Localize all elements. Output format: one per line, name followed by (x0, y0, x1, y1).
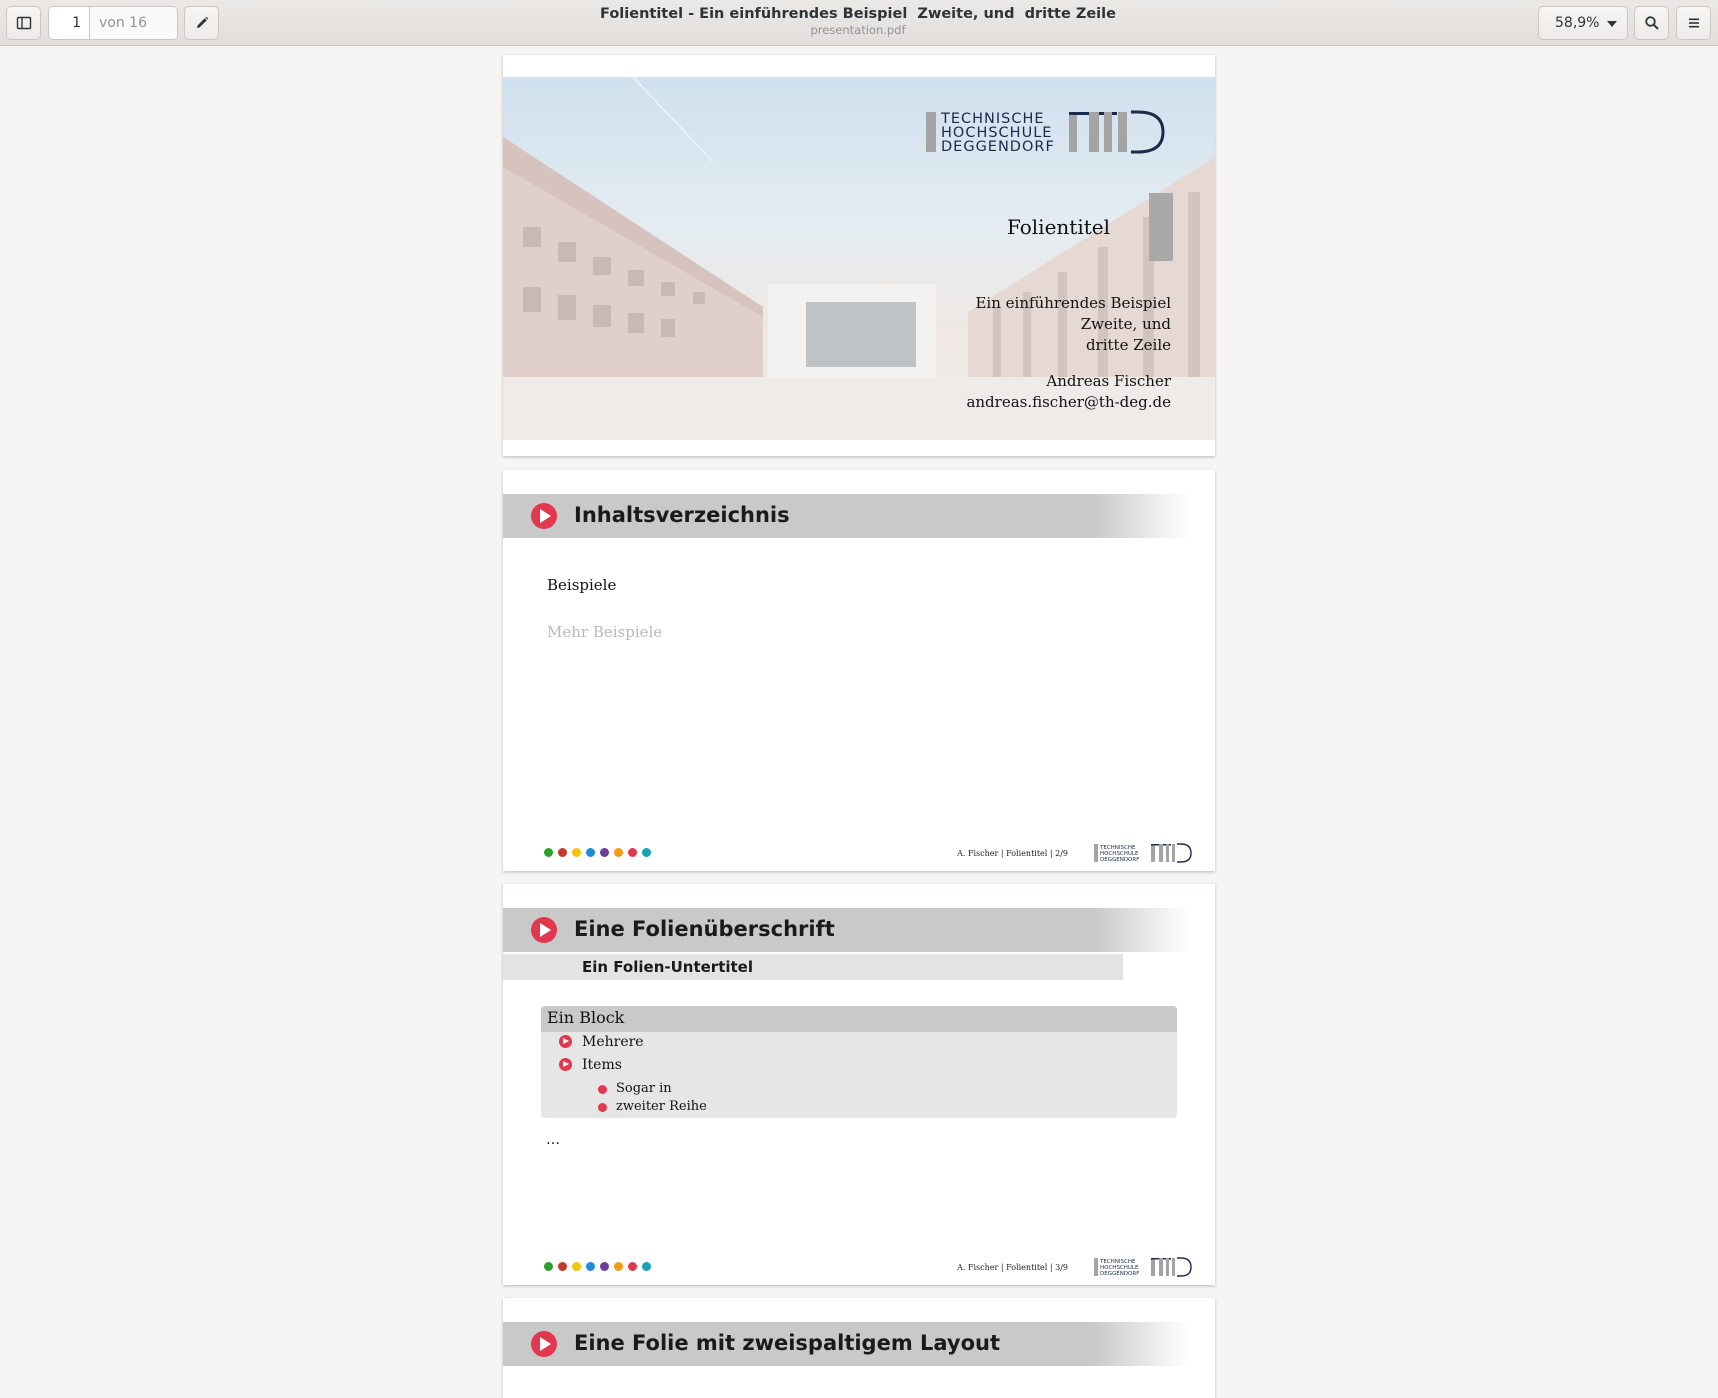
sidebar-toggle-button[interactable] (6, 6, 41, 40)
frame-title-bar: Eine Folie mit zweispaltigem Layout (503, 1322, 1189, 1366)
slide-2: Inhaltsverzeichnis Beispiele Mehr Beispi… (503, 470, 1215, 871)
bullet-dot-icon (598, 1103, 607, 1112)
zoom-dropdown[interactable]: 58,9% (1538, 6, 1628, 40)
footer-dot (544, 848, 553, 857)
content-block: Ein Block Mehrere Items Sogar in zweiter… (541, 1006, 1177, 1118)
thd-logo-small: TECHNISCHE HOCHSCHULE DEGGENDORF (1093, 1257, 1193, 1281)
slide-3-title: Eine Folienüberschrift (574, 917, 835, 941)
subtitle-line-1: Ein einführendes Beispiel (975, 294, 1171, 312)
chevron-down-icon (1607, 21, 1617, 27)
header-bar: 1 von 16 Folientitel - Ein einführendes … (0, 0, 1718, 46)
footer-dot (572, 1262, 581, 1271)
footer-dot (586, 848, 595, 857)
play-bullet-icon (559, 1058, 572, 1071)
footer-dot (614, 848, 623, 857)
list-item-label: Items (582, 1057, 622, 1073)
footer-dot (642, 848, 651, 857)
search-icon (1644, 16, 1659, 30)
footer-dot (558, 848, 567, 857)
footer-color-dots (544, 848, 651, 857)
toc-item[interactable]: Mehr Beispiele (547, 623, 662, 641)
slide-3-subtitle: Ein Folien-Untertitel (582, 958, 753, 976)
footer-dot (558, 1262, 567, 1271)
author-email: andreas.fischer@th-deg.de (966, 393, 1171, 411)
slide-2-title: Inhaltsverzeichnis (574, 503, 790, 527)
sub-list-item: Sogar in (598, 1081, 672, 1096)
title-accent-bar (1149, 193, 1173, 261)
subtitle-line-2: Zweite, und (1080, 315, 1171, 333)
slide-3: Eine Folienüberschrift Ein Folien-Untert… (503, 884, 1215, 1285)
footer-dot (586, 1262, 595, 1271)
footer-dot (600, 848, 609, 857)
menu-icon (1688, 18, 1699, 28)
document-filename: presentation.pdf (810, 23, 906, 37)
footer-dot (628, 848, 637, 857)
footer-dot (642, 1262, 651, 1271)
slide-1: TECHNISCHE HOCHSCHULE DEGGENDORF Folient… (503, 55, 1215, 456)
slide-footer-text: A. Fischer | Folientitel | 3/9 (957, 1263, 1068, 1272)
zoom-value: 58,9% (1555, 15, 1600, 31)
subtitle-line-3: dritte Zeile (1085, 336, 1171, 354)
sub-list-item-label: Sogar in (616, 1081, 672, 1096)
document-title: Folientitel - Ein einführendes Beispiel … (600, 6, 1116, 22)
list-item: Items (559, 1057, 622, 1073)
slide-1-title: Folientitel (1006, 215, 1110, 239)
logo-text-3: DEGGENDORF (941, 139, 1055, 155)
page-selector[interactable]: 1 von 16 (48, 6, 178, 40)
pencil-icon (196, 16, 208, 28)
annotate-button[interactable] (184, 6, 219, 40)
sub-list-item: zweiter Reihe (598, 1099, 707, 1114)
logo-small-text-3: DEGGENDORF (1100, 857, 1139, 863)
bullet-dot-icon (598, 1085, 607, 1094)
frame-subtitle-bar: Ein Folien-Untertitel (503, 954, 1123, 980)
play-bullet-icon (531, 917, 557, 943)
frame-title-bar: Inhaltsverzeichnis (503, 494, 1189, 538)
slide-footer-text: A. Fischer | Folientitel | 2/9 (957, 849, 1068, 858)
ellipsis-text: … (546, 1132, 560, 1148)
list-item-label: Mehrere (582, 1034, 644, 1050)
window-title: Folientitel - Ein einführendes Beispiel … (420, 6, 1296, 37)
block-title: Ein Block (541, 1006, 1177, 1032)
toc-item[interactable]: Beispiele (547, 576, 616, 594)
play-bullet-icon (531, 503, 557, 529)
slide-1-author-block: Andreas Fischer andreas.fischer@th-deg.d… (966, 371, 1171, 413)
play-bullet-icon (531, 1331, 557, 1357)
footer-color-dots (544, 1262, 651, 1271)
slide-4-title: Eine Folie mit zweispaltigem Layout (574, 1331, 1001, 1355)
list-item: Mehrere (559, 1034, 644, 1050)
footer-dot (614, 1262, 623, 1271)
logo-small-text-3: DEGGENDORF (1100, 1271, 1139, 1277)
footer-dot (600, 1262, 609, 1271)
current-page-input[interactable]: 1 (49, 7, 90, 39)
author-name: Andreas Fischer (1046, 372, 1171, 390)
footer-dot (572, 848, 581, 857)
page-total-label: von 16 (90, 7, 177, 39)
main-menu-button[interactable] (1676, 6, 1711, 40)
play-bullet-icon (559, 1035, 572, 1048)
slide-1-subtitle: Ein einführendes Beispiel Zweite, und dr… (975, 293, 1171, 356)
frame-title-bar: Eine Folienüberschrift (503, 908, 1189, 952)
thd-logo-small: TECHNISCHE HOCHSCHULE DEGGENDORF (1093, 843, 1193, 867)
sidebar-icon (16, 16, 31, 30)
slide-4: Eine Folie mit zweispaltigem Layout (503, 1298, 1215, 1398)
sub-list-item-label: zweiter Reihe (616, 1099, 707, 1114)
footer-dot (544, 1262, 553, 1271)
search-button[interactable] (1634, 6, 1669, 40)
thd-logo: TECHNISCHE HOCHSCHULE DEGGENDORF (923, 107, 1173, 161)
footer-dot (628, 1262, 637, 1271)
